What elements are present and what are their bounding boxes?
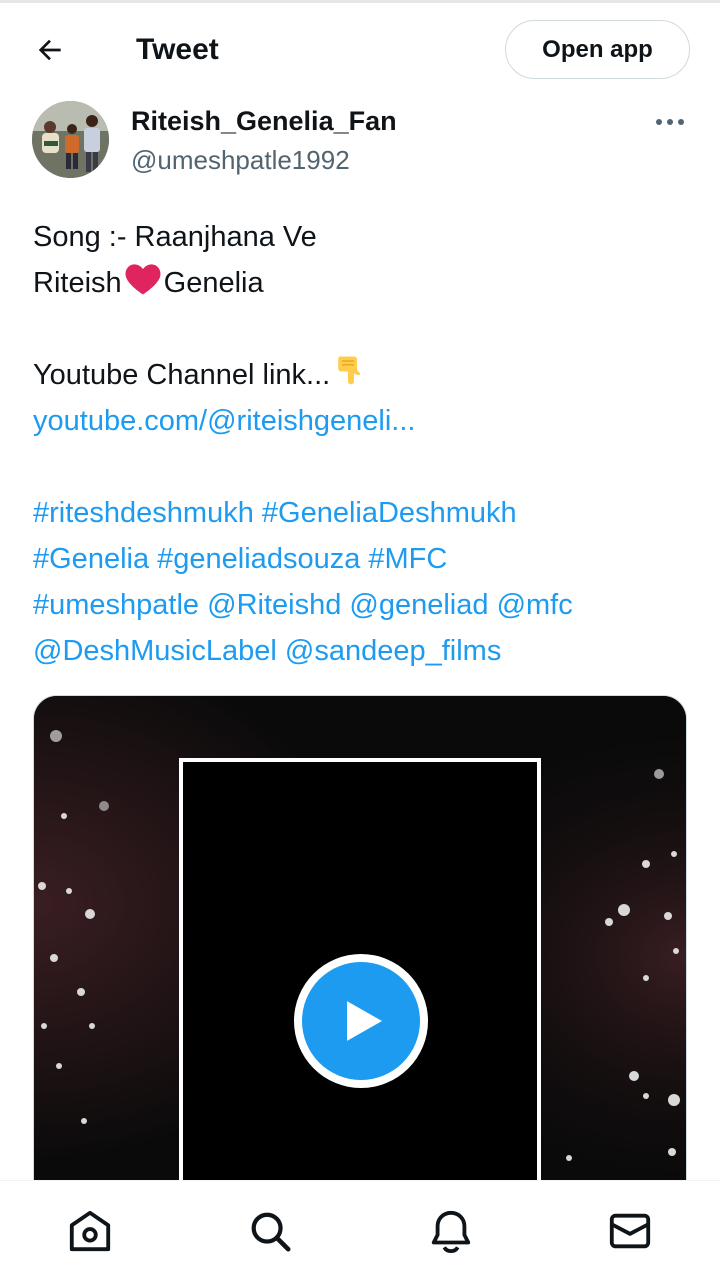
hashtag-link[interactable]: #Genelia xyxy=(33,543,149,575)
tweet-text-part: Genelia xyxy=(163,267,264,299)
nav-search[interactable] xyxy=(246,1207,294,1255)
avatar-image xyxy=(32,101,109,178)
mention-link[interactable]: @Riteishd xyxy=(207,589,341,621)
mention-link[interactable]: @mfc xyxy=(497,589,573,621)
heart-icon xyxy=(125,264,161,295)
pointing-down-icon xyxy=(338,356,361,385)
nav-notifications[interactable] xyxy=(427,1207,475,1255)
search-icon xyxy=(251,1212,291,1252)
hashtag-line: #riteshdeshmukh #GeneliaDeshmukh xyxy=(33,490,693,536)
home-icon xyxy=(69,1210,111,1252)
nav-home[interactable] xyxy=(66,1207,114,1255)
pointing-down-emoji: 👇 xyxy=(330,352,366,402)
hashtag-line: #Genelia #geneliadsouza #MFC xyxy=(33,536,693,582)
more-horizontal-icon xyxy=(656,119,684,125)
play-button-fill xyxy=(302,962,420,1080)
tweet-line: Riteish❤Genelia xyxy=(33,260,693,306)
video-media[interactable] xyxy=(33,695,687,1215)
play-button[interactable] xyxy=(294,954,428,1088)
page-title: Tweet xyxy=(136,33,219,66)
hashtag-link[interactable]: #umeshpatle xyxy=(33,589,199,621)
notifications-bell-icon xyxy=(431,1210,471,1254)
youtube-link[interactable]: youtube.com/@riteishgeneli... xyxy=(33,398,693,444)
hashtag-link[interactable]: #MFC xyxy=(368,543,447,575)
bottom-navigation xyxy=(0,1180,720,1280)
open-app-button[interactable]: Open app xyxy=(505,20,690,79)
back-button[interactable] xyxy=(26,28,74,72)
tweet-text: Song :- Raanjhana Ve Riteish❤Genelia You… xyxy=(33,214,693,674)
tweet-text-part: Riteish xyxy=(33,267,122,299)
more-options-button[interactable] xyxy=(648,104,692,140)
avatar[interactable] xyxy=(32,101,109,178)
tweet-line: Youtube Channel link...👇 xyxy=(33,352,693,398)
tweet-line: Song :- Raanjhana Ve xyxy=(33,221,317,253)
hashtag-link[interactable]: #GeneliaDeshmukh xyxy=(262,497,517,529)
mention-link[interactable]: @DeshMusicLabel xyxy=(33,635,277,667)
arrow-left-icon xyxy=(38,39,61,61)
hashtag-line: @DeshMusicLabel @sandeep_films xyxy=(33,628,693,674)
nav-messages[interactable] xyxy=(606,1207,654,1255)
hashtag-link[interactable]: #riteshdeshmukh xyxy=(33,497,254,529)
mention-link[interactable]: @sandeep_films xyxy=(285,635,501,667)
tweet-text-part: Youtube Channel link... xyxy=(33,359,331,391)
hashtag-link[interactable]: #geneliadsouza xyxy=(157,543,360,575)
messages-envelope-icon xyxy=(609,1213,651,1249)
hashtag-line: #umeshpatle @Riteishd @geneliad @mfc xyxy=(33,582,693,628)
author-name[interactable]: Riteish_Genelia_Fan xyxy=(131,103,397,139)
header: Tweet Open app xyxy=(0,0,720,98)
author-handle[interactable]: @umeshpatle1992 xyxy=(131,142,350,178)
mention-link[interactable]: @geneliad xyxy=(349,589,488,621)
play-icon xyxy=(347,1001,382,1041)
heart-emoji: ❤ xyxy=(122,262,164,310)
